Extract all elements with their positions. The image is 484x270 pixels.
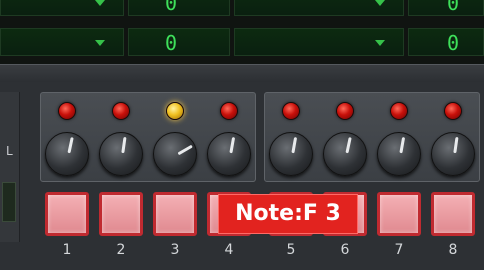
- pad-number: 4: [224, 242, 234, 258]
- value-field[interactable]: 0: [128, 0, 230, 16]
- pad-7[interactable]: [377, 192, 421, 236]
- knob-pointer: [453, 136, 459, 154]
- knob-7[interactable]: [377, 132, 421, 176]
- rack-divider: [0, 64, 484, 82]
- value-field[interactable]: 0: [408, 28, 484, 56]
- dropdown-arrow-icon[interactable]: [95, 40, 105, 46]
- led-indicator-1: [58, 102, 76, 120]
- knob-pointer: [399, 137, 406, 154]
- pad-number: 3: [170, 242, 180, 258]
- lcd-row: 0 0: [0, 0, 484, 16]
- dropdown-field[interactable]: [234, 0, 404, 16]
- value-readout: 0: [165, 31, 178, 55]
- value-field[interactable]: 0: [408, 0, 484, 16]
- value-readout: 0: [447, 31, 460, 55]
- led-indicator-8: [444, 102, 462, 120]
- pad-1[interactable]: [45, 192, 89, 236]
- value-readout: 0: [447, 0, 460, 15]
- lcd-display: 0 0 0 0: [0, 0, 484, 64]
- knob-8[interactable]: [431, 132, 475, 176]
- pad-3[interactable]: [153, 192, 197, 236]
- knob-4[interactable]: [207, 132, 251, 176]
- knob-2[interactable]: [99, 132, 143, 176]
- led-indicator-7: [390, 102, 408, 120]
- lcd-row: 0 0: [0, 28, 484, 56]
- value-readout: 0: [165, 0, 178, 15]
- knob-pointer: [229, 137, 236, 154]
- dropdown-field[interactable]: [0, 0, 124, 16]
- pad-8[interactable]: [431, 192, 475, 236]
- pad-number: 6: [340, 242, 350, 258]
- led-indicator-2: [112, 102, 130, 120]
- dropdown-arrow-icon[interactable]: [95, 0, 105, 6]
- pad-number: 2: [116, 242, 126, 258]
- dropdown-field[interactable]: [234, 28, 404, 56]
- dropdown-arrow-icon[interactable]: [375, 0, 385, 6]
- note-tooltip: Note:F 3: [218, 194, 358, 234]
- pad-number: 1: [62, 242, 72, 258]
- knob-pointer: [345, 137, 352, 154]
- led-indicator-3: [166, 102, 184, 120]
- value-field[interactable]: 0: [128, 28, 230, 56]
- pad-number: 5: [286, 242, 296, 258]
- knob-5[interactable]: [269, 132, 313, 176]
- led-indicator-5: [282, 102, 300, 120]
- pad-number: 8: [448, 242, 458, 258]
- dropdown-arrow-icon[interactable]: [375, 40, 385, 46]
- knob-pointer: [177, 144, 193, 156]
- knob-pointer: [67, 137, 74, 154]
- knob-1[interactable]: [45, 132, 89, 176]
- led-indicator-4: [220, 102, 238, 120]
- knob-pointer: [121, 136, 127, 154]
- knob-6[interactable]: [323, 132, 367, 176]
- side-slot[interactable]: [2, 182, 16, 222]
- led-indicator-6: [336, 102, 354, 120]
- pad-number: 7: [394, 242, 404, 258]
- knob-3[interactable]: [153, 132, 197, 176]
- dropdown-field[interactable]: [0, 28, 124, 56]
- knob-pointer: [291, 137, 298, 154]
- pad-2[interactable]: [99, 192, 143, 236]
- side-label: L: [6, 144, 13, 158]
